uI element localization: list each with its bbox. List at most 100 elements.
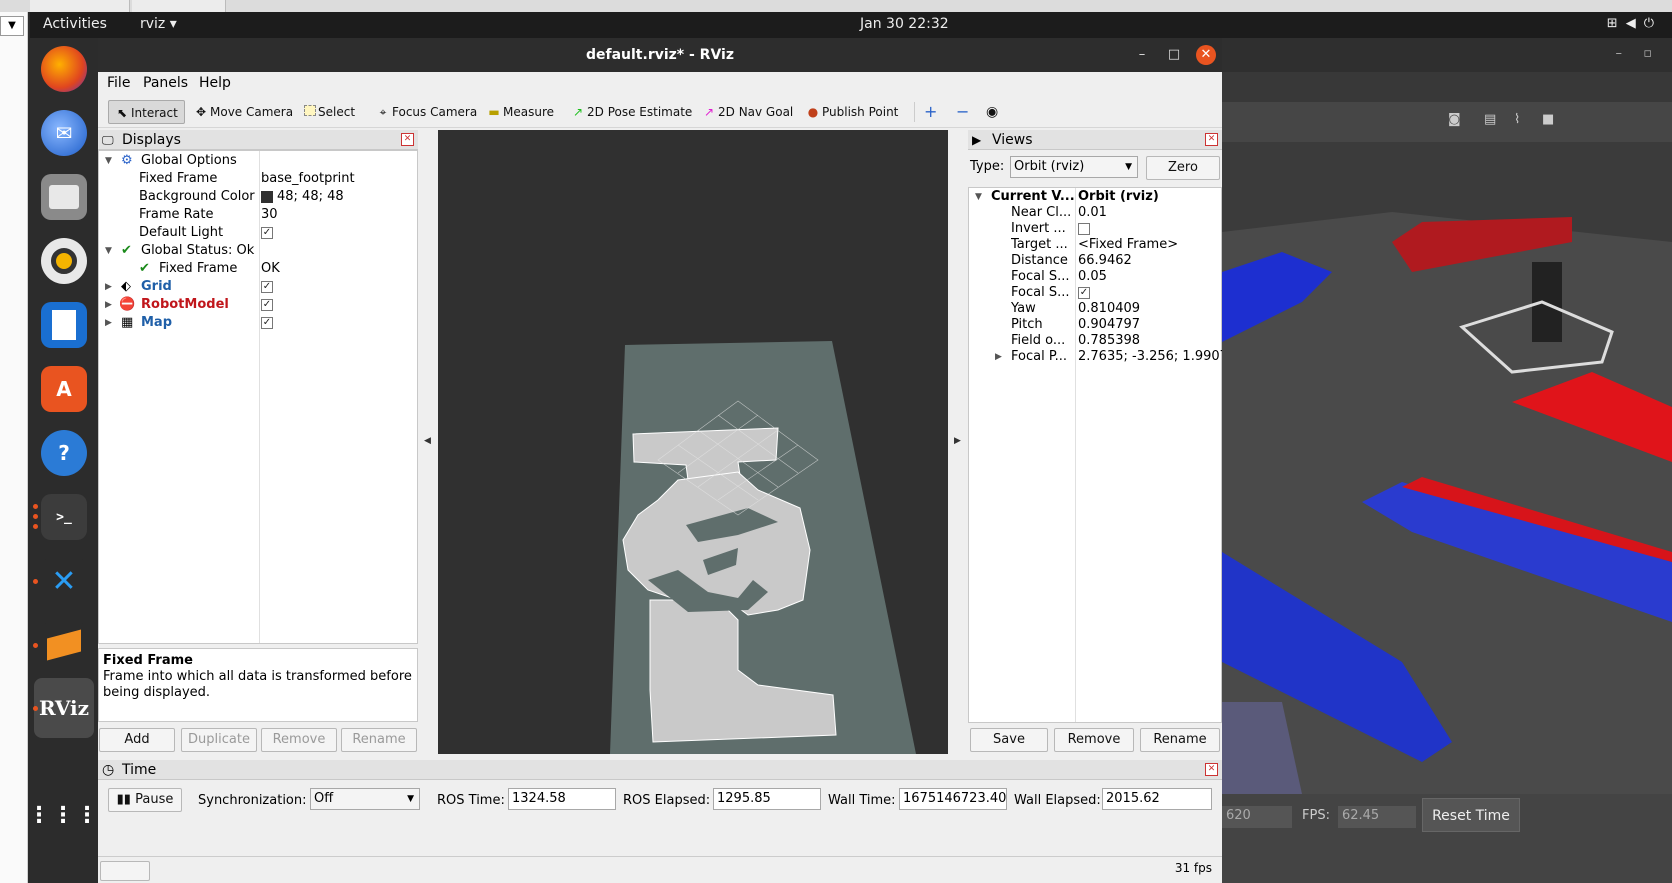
add-tool-icon[interactable]: + bbox=[924, 100, 937, 124]
help-icon[interactable]: ? bbox=[41, 430, 87, 476]
plot-icon[interactable]: ⌇ bbox=[1514, 112, 1520, 127]
chevron-down-icon[interactable]: ▼ bbox=[0, 16, 24, 36]
tree-row-grid[interactable]: ▶ ⬖ Grid ✓ bbox=[99, 278, 417, 296]
chevron-right-icon[interactable]: ▶ bbox=[105, 296, 112, 314]
wall-time-field[interactable]: 1675146723.40 bbox=[899, 788, 1007, 810]
remove-view-button[interactable]: Remove bbox=[1054, 728, 1134, 752]
zero-button[interactable]: Zero bbox=[1146, 156, 1220, 180]
tree-row-map[interactable]: ▶ ▦ Map ✓ bbox=[99, 314, 417, 332]
show-apps-icon[interactable]: ⋮⋮⋮ bbox=[28, 792, 98, 838]
rviz-icon[interactable]: RViz bbox=[39, 685, 89, 731]
chevron-right-icon[interactable]: ▶ bbox=[954, 436, 961, 446]
publish-point-tool[interactable]: ● Publish Point bbox=[806, 100, 899, 124]
view-prop-row[interactable]: Near Cl... 0.01 bbox=[969, 205, 1221, 221]
eye-icon[interactable]: ◉ bbox=[986, 100, 998, 124]
view-prop-row[interactable]: Invert ... bbox=[969, 221, 1221, 237]
prop-value[interactable]: 66.9462 bbox=[1078, 253, 1132, 269]
view-prop-row[interactable]: Yaw 0.810409 bbox=[969, 301, 1221, 317]
color-swatch[interactable] bbox=[261, 190, 273, 203]
terminal-icon[interactable]: >_ bbox=[41, 494, 87, 540]
chevron-right-icon[interactable]: ▶ bbox=[995, 349, 1002, 365]
tree-row-default-light[interactable]: Default Light ✓ bbox=[99, 224, 417, 242]
files-icon[interactable] bbox=[41, 174, 87, 220]
focal-shape-checkbox[interactable]: ✓ bbox=[1078, 285, 1090, 301]
focus-camera-tool[interactable]: ⌖ Focus Camera bbox=[376, 100, 478, 124]
maximize-icon[interactable]: □ bbox=[1164, 45, 1184, 65]
writer-icon[interactable] bbox=[41, 302, 87, 348]
close-icon[interactable]: ✕ bbox=[1205, 763, 1218, 776]
gazebo-scene[interactable] bbox=[1222, 142, 1672, 794]
robot-model-checkbox[interactable]: ✓ bbox=[261, 296, 273, 314]
duplicate-button[interactable]: Duplicate bbox=[181, 728, 257, 752]
reset-button[interactable] bbox=[100, 861, 150, 881]
prop-value[interactable]: 0.785398 bbox=[1078, 333, 1140, 349]
map-checkbox[interactable]: ✓ bbox=[261, 314, 273, 332]
rename-view-button[interactable]: Rename bbox=[1140, 728, 1220, 752]
view-prop-row[interactable]: Pitch 0.904797 bbox=[969, 317, 1221, 333]
gazebo-icon[interactable] bbox=[41, 622, 87, 668]
clock[interactable]: Jan 30 22:32 bbox=[860, 16, 949, 32]
prop-value[interactable]: 2.7635; -3.256; 1.9907 bbox=[1078, 349, 1222, 365]
chevron-down-icon[interactable]: ▼ bbox=[105, 152, 112, 170]
invert-checkbox[interactable] bbox=[1078, 221, 1090, 237]
maximize-icon[interactable]: ▫ bbox=[1643, 46, 1652, 61]
prop-value[interactable]: <Fixed Frame> bbox=[1078, 237, 1178, 253]
prop-value[interactable]: 0.01 bbox=[1078, 205, 1107, 221]
prop-value[interactable]: 0.05 bbox=[1078, 269, 1107, 285]
tree-row-status-fixed-frame[interactable]: ✔ Fixed Frame OK bbox=[99, 260, 417, 278]
view-prop-row[interactable]: Focal S... 0.05 bbox=[969, 269, 1221, 285]
tree-row-global-status[interactable]: ▼ ✔ Global Status: Ok bbox=[99, 242, 417, 260]
view-type-select[interactable]: Orbit (rviz) ▼ bbox=[1010, 156, 1138, 178]
frame-rate-value[interactable]: 30 bbox=[261, 206, 278, 224]
render-view[interactable] bbox=[438, 130, 948, 754]
chevron-down-icon[interactable]: ▼ bbox=[105, 242, 112, 260]
firefox-icon[interactable] bbox=[41, 46, 87, 92]
pause-button[interactable]: ▮▮ Pause bbox=[108, 788, 182, 812]
right-splitter[interactable]: ▶ bbox=[950, 130, 966, 754]
log-icon[interactable]: ▤ bbox=[1484, 112, 1496, 127]
close-icon[interactable]: ✕ bbox=[1205, 133, 1218, 146]
ros-time-field[interactable]: 1324.58 bbox=[508, 788, 616, 810]
rename-button[interactable]: Rename bbox=[341, 728, 417, 752]
view-prop-row[interactable]: Field o... 0.785398 bbox=[969, 333, 1221, 349]
save-button[interactable]: Save bbox=[970, 728, 1048, 752]
chevron-right-icon[interactable]: ▶ bbox=[105, 314, 112, 332]
close-icon[interactable]: ✕ bbox=[401, 133, 414, 146]
tree-row-fixed-frame[interactable]: Fixed Frame base_footprint bbox=[99, 170, 417, 188]
add-button[interactable]: Add bbox=[99, 728, 175, 752]
tree-row-robot-model[interactable]: ▶ ⛔ RobotModel ✓ bbox=[99, 296, 417, 314]
minimize-icon[interactable]: – bbox=[1132, 45, 1152, 65]
default-light-checkbox[interactable]: ✓ bbox=[261, 224, 273, 242]
remove-tool-icon[interactable]: − bbox=[956, 100, 969, 124]
wall-elapsed-field[interactable]: 2015.62 bbox=[1102, 788, 1212, 810]
left-splitter[interactable]: ◀ bbox=[420, 130, 436, 754]
move-camera-tool[interactable]: ✥ Move Camera bbox=[194, 100, 293, 124]
interact-tool[interactable]: ⬉ Interact bbox=[108, 100, 185, 124]
remove-button[interactable]: Remove bbox=[261, 728, 337, 752]
nav-goal-tool[interactable]: ↗ 2D Nav Goal bbox=[702, 100, 793, 124]
activities-button[interactable]: Activities bbox=[43, 16, 107, 32]
minimize-icon[interactable]: – bbox=[1616, 46, 1623, 61]
view-properties-tree[interactable]: ▼ Current V... Orbit (rviz) Near Cl... 0.… bbox=[968, 187, 1222, 723]
software-icon[interactable]: A bbox=[41, 366, 87, 412]
reset-time-button[interactable]: Reset Time bbox=[1422, 798, 1520, 832]
displays-tree[interactable]: ▼ ⚙ Global Options Fixed Frame base_foot… bbox=[98, 150, 418, 644]
select-tool[interactable]: Select bbox=[304, 100, 355, 124]
prop-value[interactable]: 0.904797 bbox=[1078, 317, 1140, 333]
app-menu[interactable]: rviz ▾ bbox=[140, 16, 177, 32]
menu-help[interactable]: Help bbox=[199, 75, 231, 91]
measure-tool[interactable]: ▬ Measure bbox=[487, 100, 554, 124]
view-prop-row[interactable]: Focal S... ✓ bbox=[969, 285, 1221, 301]
pose-estimate-tool[interactable]: ↗ 2D Pose Estimate bbox=[571, 100, 692, 124]
fixed-frame-value[interactable]: base_footprint bbox=[261, 170, 355, 188]
chevron-left-icon[interactable]: ◀ bbox=[424, 436, 431, 446]
sync-select[interactable]: Off ▼ bbox=[310, 788, 420, 810]
view-prop-row[interactable]: ▶ Focal P... 2.7635; -3.256; 1.9907 bbox=[969, 349, 1222, 365]
vscode-icon[interactable]: ✕ bbox=[41, 558, 87, 604]
menu-panels[interactable]: Panels bbox=[143, 75, 188, 91]
chevron-down-icon[interactable]: ▼ bbox=[975, 189, 982, 205]
camera-icon[interactable]: ◙ bbox=[1448, 112, 1461, 127]
menu-file[interactable]: File bbox=[107, 75, 130, 91]
system-tray[interactable]: ⊞◀⏻ bbox=[1607, 16, 1662, 31]
grid-checkbox[interactable]: ✓ bbox=[261, 278, 273, 296]
